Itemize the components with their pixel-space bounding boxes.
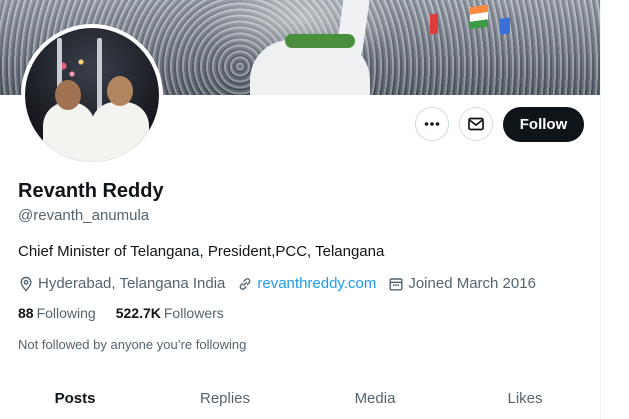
banner-flag <box>500 17 510 35</box>
tab-replies[interactable]: Replies <box>150 378 300 419</box>
location-text: Hyderabad, Telangana India <box>38 275 226 292</box>
joined-text: Joined March 2016 <box>408 275 536 292</box>
profile-meta: Hyderabad, Telangana India revanthreddy.… <box>18 275 548 292</box>
message-button[interactable] <box>459 107 493 141</box>
tab-media[interactable]: Media <box>300 378 450 419</box>
profile-tabs: Posts Replies Media Likes <box>0 378 600 419</box>
profile-panel: Follow Revanth Reddy @revanth_anumula Ch… <box>0 0 601 419</box>
banner-figure <box>250 40 370 95</box>
more-button[interactable] <box>415 107 449 141</box>
following-label: Following <box>36 305 96 321</box>
followers-stat[interactable]: 522.7K Followers <box>116 305 224 321</box>
follow-button[interactable]: Follow <box>503 107 584 142</box>
calendar-icon <box>389 277 403 291</box>
banner-flag <box>430 13 438 35</box>
profile-bio: Chief Minister of Telangana, President,P… <box>18 243 385 260</box>
followers-count: 522.7K <box>115 305 161 321</box>
website-link[interactable]: revanthreddy.com <box>257 275 376 292</box>
tab-likes[interactable]: Likes <box>450 378 600 419</box>
profile-website[interactable]: revanthreddy.com <box>237 275 376 292</box>
avatar-person-head <box>107 76 133 106</box>
avatar-person-head <box>55 80 81 110</box>
more-icon <box>424 122 440 126</box>
followed-by-note: Not followed by anyone you’re following <box>18 337 247 352</box>
profile-name: Revanth Reddy <box>18 180 164 202</box>
link-icon <box>240 277 251 290</box>
following-stat[interactable]: 88 Following <box>18 305 96 321</box>
followers-label: Followers <box>163 305 224 321</box>
banner-figure-scarf <box>285 34 355 48</box>
profile-joined: Joined March 2016 <box>388 275 536 292</box>
avatar-person <box>43 102 95 162</box>
message-icon <box>468 117 484 131</box>
tab-posts[interactable]: Posts <box>0 378 150 419</box>
banner-flag <box>470 4 488 30</box>
profile-handle: @revanth_anumula <box>18 207 150 224</box>
location-pin-icon <box>20 276 32 292</box>
profile-stats: 88 Following 522.7K Followers <box>18 305 244 321</box>
avatar-fireworks <box>45 46 105 86</box>
avatar-person <box>91 102 149 162</box>
avatar[interactable] <box>21 24 163 166</box>
profile-location: Hyderabad, Telangana India <box>18 275 225 292</box>
following-count: 88 <box>18 305 34 321</box>
